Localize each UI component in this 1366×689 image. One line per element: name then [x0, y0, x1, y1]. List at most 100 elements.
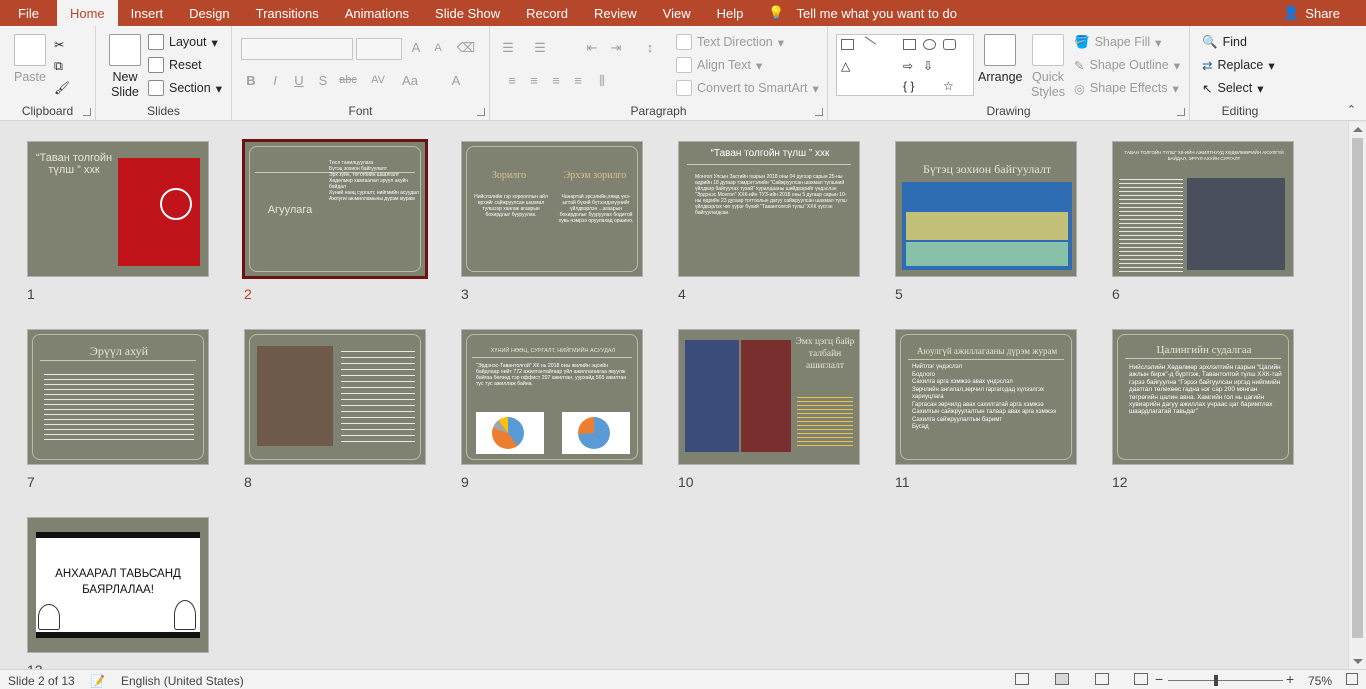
star-shape-icon[interactable]: ☆ — [943, 79, 956, 93]
bullets-icon[interactable]: ☰ — [498, 40, 518, 56]
arrow-down-shape-icon[interactable]: ⇩ — [923, 59, 936, 73]
font-size-dropdown[interactable] — [356, 38, 402, 60]
oval-shape-icon[interactable] — [923, 39, 936, 50]
language-indicator[interactable]: English (United States) — [121, 674, 244, 688]
shapes-gallery[interactable]: △ ⇨ ⇩ ☆ { } — [836, 34, 974, 96]
arrow-right-shape-icon[interactable]: ⇨ — [903, 59, 916, 73]
shadow-button[interactable]: S — [313, 73, 333, 88]
align-right-icon[interactable]: ≡ — [546, 73, 566, 88]
shape-outline-button[interactable]: ✎ Shape Outline ▾ — [1074, 55, 1180, 75]
share-button[interactable]: 👤 Share — [1283, 0, 1340, 26]
arrange-button[interactable]: Arrange — [978, 34, 1022, 85]
find-label: Find — [1222, 35, 1247, 49]
justify-icon[interactable]: ≡ — [568, 73, 588, 88]
normal-view-icon[interactable] — [1015, 673, 1029, 685]
tab-review[interactable]: Review — [581, 0, 650, 26]
cut-button[interactable]: ✂ — [54, 34, 64, 54]
tab-slide-show[interactable]: Slide Show — [422, 0, 513, 26]
drawing-launcher-icon[interactable] — [1177, 108, 1185, 116]
divider — [687, 164, 851, 165]
slide-title: Агуулага — [267, 204, 313, 216]
clipboard-launcher-icon[interactable] — [83, 108, 91, 116]
rounded-rect-shape-icon[interactable] — [943, 39, 956, 50]
underline-button[interactable]: U — [289, 73, 309, 88]
tab-animations[interactable]: Animations — [332, 0, 422, 26]
font-color-button[interactable]: A — [446, 73, 466, 88]
slide-sorter-view-icon[interactable] — [1055, 673, 1069, 685]
tab-home[interactable]: Home — [56, 0, 118, 26]
scroll-up-icon[interactable] — [1353, 127, 1363, 132]
tab-file[interactable]: File — [0, 0, 57, 26]
zoom-slider-track[interactable] — [1168, 680, 1283, 681]
paragraph-launcher-icon[interactable] — [815, 108, 823, 116]
line-shape-icon[interactable] — [859, 36, 876, 53]
tab-record[interactable]: Record — [513, 0, 581, 26]
tab-design[interactable]: Design — [176, 0, 242, 26]
align-text-button[interactable]: Align Text ▾ — [676, 55, 762, 75]
line-spacing-icon[interactable]: ↕ — [640, 40, 660, 55]
quick-styles-button[interactable]: Quick Styles — [1028, 34, 1068, 100]
tab-transitions[interactable]: Transitions — [243, 0, 332, 26]
tab-view[interactable]: View — [650, 0, 704, 26]
layout-button[interactable]: Layout ▾ — [148, 32, 218, 52]
zoom-in-button[interactable]: + — [1286, 671, 1294, 687]
textbox-shape-icon[interactable] — [841, 39, 854, 50]
format-painter-button[interactable]: 🖌 — [54, 78, 70, 98]
vertical-scrollbar[interactable] — [1348, 122, 1366, 669]
strikethrough-button[interactable]: abc — [336, 74, 360, 86]
align-center-icon[interactable]: ≡ — [524, 73, 544, 88]
notes-check-icon[interactable]: 📝 — [90, 674, 105, 688]
zoom-level[interactable]: 75% — [1308, 674, 1332, 688]
align-left-icon[interactable]: ≡ — [502, 73, 522, 88]
font-launcher-icon[interactable] — [477, 108, 485, 116]
shape-fill-button[interactable]: 🪣 Shape Fill ▾ — [1074, 32, 1161, 52]
grow-font-button[interactable]: A — [406, 40, 426, 55]
slide-title: ТАВАН ТОЛГОЙН ТҮЛШ” ХК-ИЙН АЖИЛТНУУД ХӨД… — [1124, 150, 1284, 161]
reset-button[interactable]: Reset — [148, 55, 202, 75]
red-banner-image — [118, 158, 200, 266]
building-photo — [685, 340, 739, 452]
search-icon: 🔍 — [1202, 34, 1218, 49]
slide-bullets: Нийтлэг үндэслэл Бодлого Сахилга арга хэ… — [912, 364, 1066, 432]
collapse-ribbon-icon[interactable]: ⌃ — [1347, 103, 1356, 116]
increase-indent-icon[interactable]: ⇥ — [606, 40, 626, 56]
text-direction-button[interactable]: Text Direction ▾ — [676, 32, 784, 52]
status-bar: Slide 2 of 13 📝 English (United States) … — [0, 669, 1366, 689]
triangle-shape-icon[interactable]: △ — [841, 59, 854, 73]
shrink-font-button[interactable]: A — [428, 42, 448, 54]
scrollbar-thumb[interactable] — [1352, 138, 1363, 638]
zoom-slider-knob[interactable] — [1214, 675, 1218, 686]
zoom-out-button[interactable]: − — [1155, 671, 1163, 687]
tab-insert[interactable]: Insert — [118, 0, 177, 26]
replace-button[interactable]: ⇄ Replace ▾ — [1202, 55, 1275, 75]
clear-formatting-icon[interactable]: ⌫ — [456, 40, 476, 56]
smartart-button[interactable]: Convert to SmartArt ▾ — [676, 78, 819, 98]
columns-icon[interactable]: ⫼ — [592, 73, 612, 89]
paste-button[interactable]: Paste — [10, 34, 50, 85]
copy-button[interactable]: ⧉ — [54, 56, 63, 76]
font-family-dropdown[interactable] — [241, 38, 353, 60]
change-case-button[interactable]: Aa — [398, 73, 422, 88]
find-button[interactable]: 🔍 Find — [1202, 32, 1247, 52]
bold-button[interactable]: B — [241, 73, 261, 88]
tab-help[interactable]: Help — [704, 0, 757, 26]
shape-effects-button[interactable]: ◎ Shape Effects ▾ — [1074, 78, 1179, 98]
new-slide-button[interactable]: New Slide — [106, 34, 144, 100]
rectangle-shape-icon[interactable] — [903, 39, 916, 50]
italic-button[interactable]: I — [265, 73, 285, 88]
slide-sorter: “Таван толгойн түлш ” ххк 1 Агуулага Төс… — [0, 122, 1348, 669]
shape-outline-label: Shape Outline — [1089, 58, 1169, 72]
scroll-down-icon[interactable] — [1353, 659, 1363, 664]
brace-shape-icon[interactable]: { } — [903, 79, 916, 93]
slide-show-view-icon[interactable] — [1134, 673, 1148, 685]
fit-to-window-icon[interactable] — [1346, 673, 1358, 685]
slide-title: Цалингийн судалгаа — [1156, 344, 1252, 356]
section-button[interactable]: Section ▾ — [148, 78, 222, 98]
numbering-icon[interactable]: ☰ — [530, 40, 550, 56]
tell-me-search[interactable]: 💡 Tell me what you want to do — [756, 0, 957, 26]
decrease-indent-icon[interactable]: ⇤ — [582, 40, 602, 56]
char-spacing-button[interactable]: AV — [366, 74, 390, 86]
slide-title: Аюулгүй ажиллагааны дүрэм журам — [916, 346, 1058, 356]
select-button[interactable]: ↖ Select ▾ — [1202, 78, 1264, 98]
reading-view-icon[interactable] — [1095, 673, 1109, 685]
